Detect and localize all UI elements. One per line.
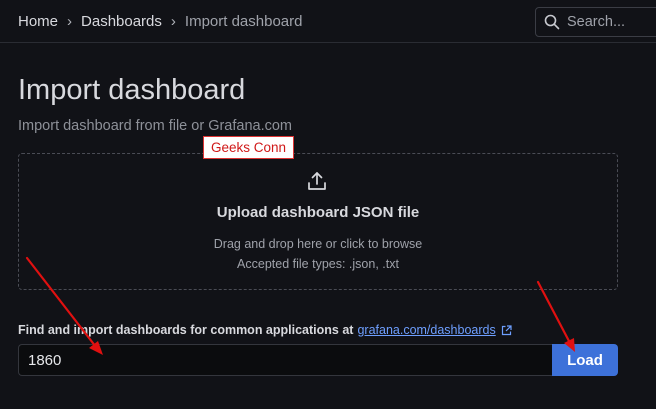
grafana-import-label: Find and import dashboards for common ap… (18, 323, 512, 337)
search-icon (544, 14, 560, 30)
breadcrumb-current: Import dashboard (184, 13, 303, 30)
breadcrumb: Home › Dashboards › Import dashboard (18, 13, 302, 30)
breadcrumb-dashboards[interactable]: Dashboards (81, 13, 162, 30)
grafana-dashboards-link[interactable]: grafana.com/dashboards (357, 323, 495, 337)
external-link-icon (501, 324, 512, 336)
dashboard-id-input[interactable] (18, 344, 552, 376)
upload-title: Upload dashboard JSON file (216, 204, 420, 221)
upload-hint: Drag and drop here or click to browse (213, 237, 423, 251)
upload-icon (308, 172, 326, 190)
search-input[interactable]: Search... (535, 7, 656, 37)
top-bar: Home › Dashboards › Import dashboard Sea… (0, 0, 656, 43)
accepted-file-types: Accepted file types: .json, .txt (237, 257, 399, 271)
grafana-import-text: Find and import dashboards for common ap… (18, 323, 354, 337)
annotation-arrow-load (536, 280, 575, 352)
breadcrumb-home[interactable]: Home (18, 13, 58, 30)
load-button[interactable]: Load (552, 344, 618, 376)
chevron-right-icon: › (170, 13, 176, 30)
chevron-right-icon: › (67, 13, 73, 30)
page-title: Import dashboard (18, 74, 246, 106)
watermark-label: Geeks Conn (203, 136, 294, 159)
search-placeholder: Search... (567, 14, 626, 30)
page-subtitle: Import dashboard from file or Grafana.co… (18, 118, 293, 134)
